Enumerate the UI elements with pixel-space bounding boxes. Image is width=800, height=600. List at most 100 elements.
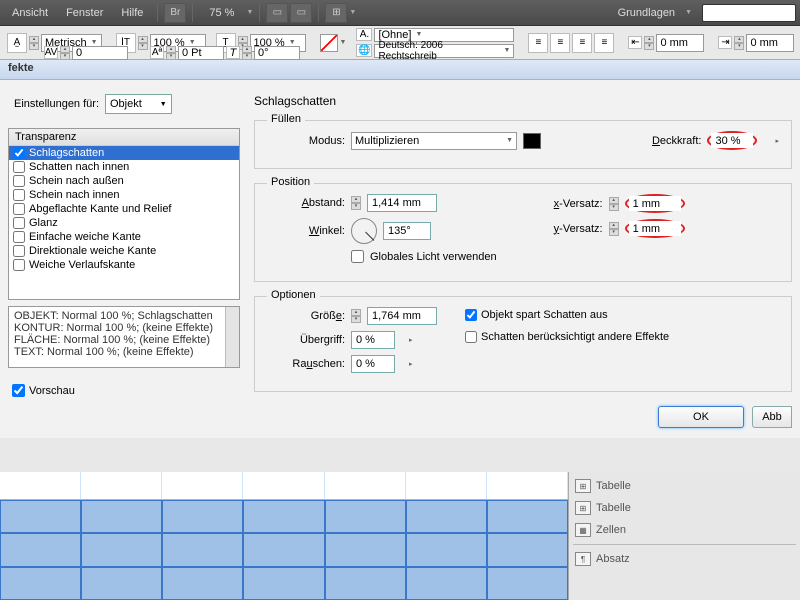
list-item[interactable]: Glanz — [9, 216, 239, 230]
settings-for-select[interactable]: Objekt▼ — [105, 94, 172, 114]
lang-icon: 🌐 — [356, 44, 372, 57]
xoffset-highlight: 1 mm — [625, 194, 685, 213]
options-fieldset: Optionen Größe: ▴▾ 1,764 mm Übergriff: 0… — [254, 296, 792, 392]
kerning-icon: A̫ — [7, 33, 27, 53]
panel-tab-paragraph[interactable]: ¶Absatz — [573, 551, 796, 567]
xoffset-input[interactable]: 1 mm — [629, 196, 681, 211]
list-item[interactable]: Weiche Verlaufskante — [9, 258, 239, 272]
list-item[interactable]: Direktionale weiche Kante — [9, 244, 239, 258]
preview-checkbox[interactable] — [12, 384, 25, 397]
yoffset-spinner[interactable]: ▴▾ — [609, 222, 619, 236]
effect-heading: Schlagschatten — [254, 94, 792, 108]
list-item[interactable]: Schein nach außen — [9, 174, 239, 188]
screen-mode-icon[interactable]: ▭ — [290, 3, 312, 23]
indent-left-value[interactable]: 0 mm — [656, 34, 704, 52]
table-icon: ⊞ — [575, 501, 591, 515]
honor-effects-checkbox[interactable] — [465, 331, 477, 343]
opacity-label: Deckkraft: — [652, 135, 702, 147]
list-item[interactable]: Abgeflachte Kante und Relief — [9, 202, 239, 216]
distance-label: Abstand: — [267, 197, 345, 209]
skew-value[interactable]: 0° — [254, 46, 300, 60]
settings-for-label: Einstellungen für: — [14, 98, 99, 110]
indent-left-spinner[interactable]: ▴▾ — [644, 36, 654, 50]
list-item[interactable]: Einfache weiche Kante — [9, 230, 239, 244]
xoffset-spinner[interactable]: ▴▾ — [609, 197, 619, 211]
lang-select[interactable]: Deutsch: 2006 Rechtschreib▼ — [374, 44, 514, 58]
search-input[interactable] — [702, 4, 796, 22]
workspace-label[interactable]: Grundlagen — [610, 4, 684, 22]
effects-dialog: Einstellungen für: Objekt▼ Transparenz S… — [0, 80, 800, 438]
preview-label: Vorschau — [29, 385, 75, 397]
menu-fenster[interactable]: Fenster — [58, 4, 111, 22]
view-mode-icon[interactable]: ▭ — [266, 3, 288, 23]
table-object[interactable] — [0, 472, 568, 600]
panel-tab-cells[interactable]: ▦Zellen — [573, 522, 796, 538]
list-item[interactable]: Schein nach innen — [9, 188, 239, 202]
effect-summary: OBJEKT: Normal 100 %; Schlagschatten KON… — [8, 306, 240, 368]
table-icon: ⊞ — [575, 479, 591, 493]
position-fieldset: Position Abstand: ▴▾ 1,414 mm Winkel: 13… — [254, 183, 792, 282]
align-left-icon[interactable]: ≡ — [528, 33, 548, 53]
align-justify-icon[interactable]: ≡ — [594, 33, 614, 53]
effects-list: Transparenz Schlagschatten Schatten nach… — [8, 128, 240, 300]
yoffset-label: y-Versatz: — [537, 223, 603, 235]
angle-label: Winkel: — [267, 225, 345, 237]
noise-input[interactable]: 0 % — [351, 355, 395, 373]
skew-spinner[interactable]: ▴▾ — [242, 46, 252, 60]
color-swatch[interactable] — [523, 133, 541, 149]
opacity-input[interactable]: 30 % — [711, 133, 753, 148]
mode-select[interactable]: Multiplizieren▼ — [351, 132, 517, 150]
distance-spinner[interactable]: ▴▾ — [351, 196, 361, 210]
spread-label: Übergriff: — [267, 334, 345, 346]
indent-right-value[interactable]: 0 mm — [746, 34, 794, 52]
size-label: Größe: — [267, 310, 345, 322]
align-right-icon[interactable]: ≡ — [572, 33, 592, 53]
app-menubar: Ansicht Fenster Hilfe Br 75 %▼ ▭ ▭ ⊞ ▼ G… — [0, 0, 800, 26]
indent-right-icon: ⇥ — [718, 36, 732, 49]
baseline-value[interactable]: 0 Pt — [178, 46, 224, 60]
knockout-checkbox[interactable] — [465, 309, 477, 321]
mode-label: Modus: — [267, 135, 345, 147]
cancel-button[interactable]: Abb — [752, 406, 792, 428]
effects-list-header[interactable]: Transparenz — [9, 129, 239, 146]
tracking-spinner[interactable]: ▴▾ — [60, 46, 70, 60]
checkbox-schlagschatten[interactable] — [13, 147, 25, 159]
panel-tab-table1[interactable]: ⊞Tabelle — [573, 478, 796, 494]
paragraph-icon: ¶ — [575, 552, 591, 566]
yoffset-highlight: 1 mm — [625, 219, 685, 238]
menu-ansicht[interactable]: Ansicht — [4, 4, 56, 22]
size-spinner[interactable]: ▴▾ — [351, 309, 361, 323]
menu-hilfe[interactable]: Hilfe — [113, 4, 151, 22]
arrange-icon[interactable]: ⊞ — [325, 3, 347, 23]
skew-icon: T — [226, 46, 240, 59]
opacity-flyout-icon[interactable]: ▸ — [775, 137, 779, 145]
indent-left-icon: ⇤ — [628, 36, 642, 49]
no-stroke-icon[interactable] — [320, 34, 338, 52]
align-center-icon[interactable]: ≡ — [550, 33, 570, 53]
list-item[interactable]: Schatten nach innen — [9, 160, 239, 174]
charstyle-icon: A. — [356, 28, 372, 41]
angle-input[interactable]: 135° — [383, 222, 431, 240]
kerning-spinner[interactable]: ▴▾ — [29, 36, 39, 50]
bridge-icon[interactable]: Br — [164, 3, 186, 23]
panel-tab-table2[interactable]: ⊞Tabelle — [573, 500, 796, 516]
angle-dial[interactable] — [351, 218, 377, 244]
list-item-schlagschatten[interactable]: Schlagschatten — [9, 146, 239, 160]
tracking-value[interactable]: 0 — [72, 46, 128, 60]
dialog-titlebar: fekte — [0, 60, 800, 80]
ok-button[interactable]: OK — [658, 406, 744, 428]
indent-right-spinner[interactable]: ▴▾ — [734, 36, 744, 50]
size-input[interactable]: 1,764 mm — [367, 307, 437, 325]
distance-input[interactable]: 1,414 mm — [367, 194, 437, 212]
spread-input[interactable]: 0 % — [351, 331, 395, 349]
knockout-label: Objekt spart Schatten aus — [481, 309, 608, 321]
baseline-spinner[interactable]: ▴▾ — [166, 46, 176, 60]
zoom-level[interactable]: 75 % — [199, 7, 244, 19]
yoffset-input[interactable]: 1 mm — [629, 221, 681, 236]
scrollbar[interactable] — [225, 307, 239, 367]
xoffset-label: x-Versatz: — [537, 198, 603, 210]
global-light-checkbox[interactable] — [351, 250, 364, 263]
noise-label: Rauschen: — [267, 358, 345, 370]
global-light-label: Globales Licht verwenden — [370, 251, 497, 263]
cell-icon: ▦ — [575, 523, 591, 537]
